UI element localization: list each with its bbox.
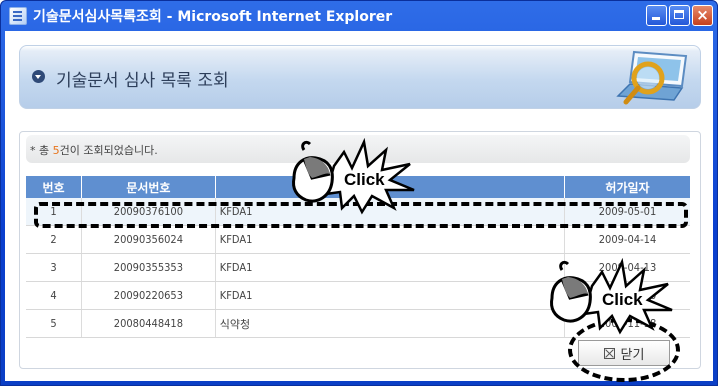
ie-page-icon [9, 7, 27, 25]
col-header-doc-number: 문서번호 [81, 176, 216, 198]
table-row[interactable]: 2 20090356024 KFDA1 2009-04-14 [26, 225, 690, 254]
minimize-button[interactable] [646, 5, 667, 26]
col-header-no: 번호 [26, 176, 83, 198]
result-summary: * 총 5건이 조회되었습니다. [30, 142, 158, 158]
cell-no: 2 [26, 225, 83, 254]
result-count: 5 [52, 144, 60, 157]
mouse-icon [550, 260, 592, 323]
window-title: 기술문서심사목록조회 - Microsoft Internet Explorer [33, 9, 393, 25]
maximize-button[interactable] [669, 5, 690, 26]
cell-org: KFDA1 [215, 253, 566, 282]
result-prefix: * 총 [30, 144, 53, 157]
cell-org: KFDA1 [215, 225, 566, 254]
cell-doc-number: 20080448418 [81, 309, 216, 338]
cell-doc-number: 20090220653 [81, 281, 216, 310]
cell-org: KFDA1 [215, 281, 566, 310]
close-window-button[interactable]: × [692, 5, 713, 26]
result-suffix: 건이 조회되었습니다. [59, 144, 158, 157]
laptop-magnifier-icon [616, 50, 688, 105]
page-header: 기술문서 심사 목록 조회 [19, 45, 701, 109]
click-label-row: Click [344, 170, 385, 189]
circle-arrow-icon [32, 70, 45, 83]
cell-no: 5 [26, 309, 83, 338]
cell-doc-number: 20090355353 [81, 253, 216, 282]
page-title: 기술문서 심사 목록 조회 [56, 71, 229, 91]
click-callout-row: Click [292, 138, 415, 215]
title-bar: 기술문서심사목록조회 - Microsoft Internet Explorer… [1, 1, 717, 31]
click-callout-close: Click [550, 258, 673, 335]
click-label-close: Click [602, 290, 643, 309]
mouse-icon [292, 140, 334, 203]
window-controls: × [646, 5, 713, 26]
cell-date: 2009-04-14 [564, 225, 690, 254]
cell-doc-number: 20090356024 [81, 225, 216, 254]
cell-no: 4 [26, 281, 83, 310]
cell-org: 식약청 [215, 309, 566, 338]
cell-no: 3 [26, 253, 83, 282]
col-header-approval-date: 허가일자 [564, 176, 690, 198]
